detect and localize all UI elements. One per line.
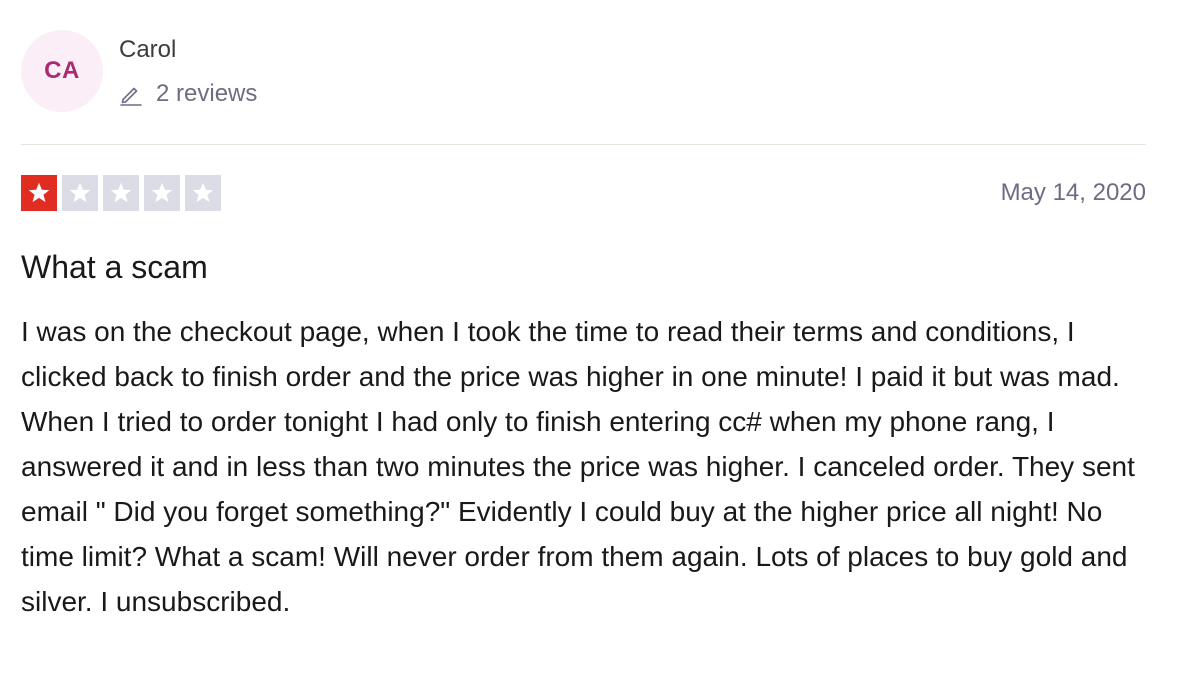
- review-body: I was on the checkout page, when I took …: [21, 316, 1135, 617]
- reviews-count: 2 reviews: [156, 80, 258, 107]
- star-icon: [185, 175, 221, 211]
- star-icon: [144, 175, 180, 211]
- reviewer-name[interactable]: Carol: [119, 36, 257, 64]
- star-icon: [103, 175, 139, 211]
- star-icon: [62, 175, 98, 211]
- avatar[interactable]: CA: [21, 30, 103, 112]
- reviewer-header: CA Carol 2 reviews: [21, 30, 257, 112]
- review-title[interactable]: What a scam: [21, 247, 208, 287]
- review-date: May 14, 2020: [1000, 179, 1146, 206]
- divider: [21, 144, 1146, 145]
- star-rating: [21, 175, 226, 211]
- reviewer-info: Carol 2 reviews: [119, 30, 257, 108]
- star-icon: [21, 175, 57, 211]
- pencil-icon: [119, 82, 143, 106]
- reviews-count-row[interactable]: 2 reviews: [119, 80, 257, 108]
